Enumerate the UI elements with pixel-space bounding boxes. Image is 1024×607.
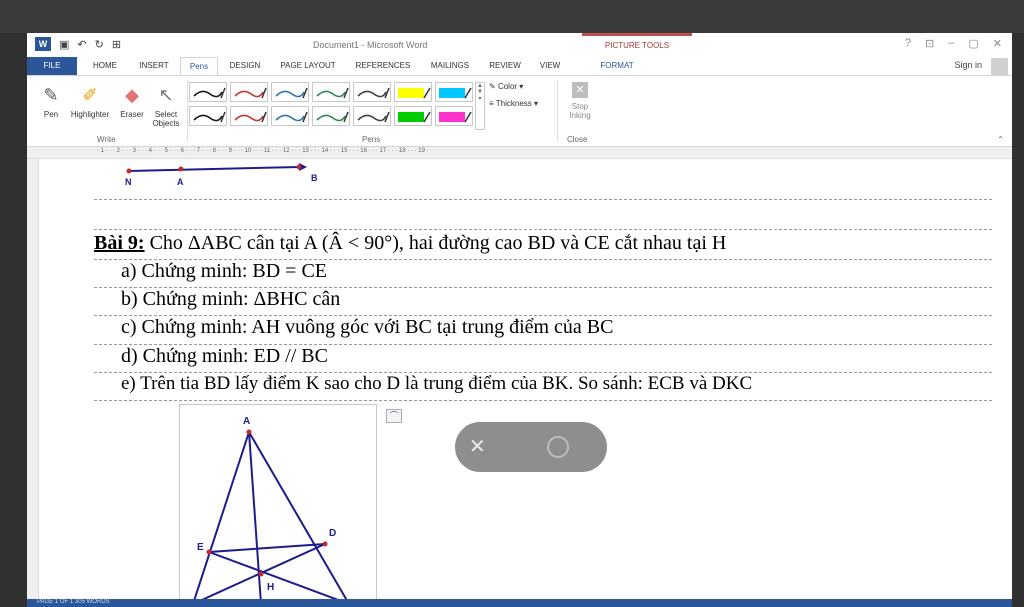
picture-tools-label: PICTURE TOOLS [582,33,692,57]
pen-swatch[interactable] [189,106,227,126]
select-objects-icon: ↖ [158,85,174,105]
media-overlay[interactable]: ✕ [455,422,607,472]
separator [187,80,188,142]
ribbon-tabs: FILE HOME INSERT Pens DESIGN PAGE LAYOUT… [27,57,1012,75]
write-group-label: Write [97,135,116,144]
ribbon-display-button[interactable]: ⊡ [925,37,934,50]
close-group-label: Close [567,135,588,144]
triangle-figure: A E D H [193,416,348,599]
word-app-icon: W [35,37,51,51]
pen-swatch[interactable] [394,106,432,126]
status-text: PAGE 1 OF 1 305 WORDS [37,599,110,605]
pen-swatch[interactable] [435,106,473,126]
point-label: E [197,542,204,553]
tab-insert[interactable]: INSERT [131,57,177,75]
tab-mailings[interactable]: MAILINGS [423,57,477,75]
point-label: N [125,177,132,187]
tab-page-layout[interactable]: PAGE LAYOUT [273,57,343,75]
pen-swatch[interactable] [353,82,391,102]
quick-access-toolbar: W ▣ ↶ ↻ ⊞ [35,37,121,51]
pen-swatch[interactable] [435,82,473,102]
stop-inking-button[interactable]: ✕ Stop Inking [562,82,598,120]
ribbon: ✎ Pen ✐ Highlighter ◆ Eraser ↖ Select Ob… [27,75,1012,147]
tab-pens[interactable]: Pens [180,57,218,75]
tab-file[interactable]: FILE [27,57,77,75]
stop-inking-icon: ✕ [572,82,588,98]
window-title: Document1 - Microsoft Word [313,40,428,50]
problem-part-a[interactable]: a) Chứng minh: BD = CE [94,260,992,288]
pen-swatch[interactable] [230,82,268,102]
point-label: H [267,582,274,593]
problem-part-e[interactable]: e) Trên tia BD lấy điểm K sao cho D là t… [94,373,992,401]
pen-swatch[interactable] [230,106,268,126]
pen-swatch[interactable] [271,106,309,126]
problem-part-b[interactable]: b) Chứng minh: ΔBHC cân [94,288,992,316]
pen-swatch[interactable] [312,82,350,102]
point-label: A [243,416,250,427]
tab-home[interactable]: HOME [83,57,127,75]
loading-spinner-icon [547,436,569,458]
window-controls: ? ⊡ – ▢ ✕ [905,37,1002,50]
tab-references[interactable]: REFERENCES [349,57,417,75]
line-separator [94,199,992,200]
pen-swatch[interactable] [394,82,432,102]
pen-swatch[interactable] [312,106,350,126]
problem-part-c[interactable]: c) Chứng minh: AH vuông góc với BC tại t… [94,316,992,345]
color-button[interactable]: ✎ Color ▾ [489,82,538,91]
top-figure[interactable]: N A B [119,159,359,191]
restore-button[interactable]: ▢ [968,37,978,50]
gallery-scroll[interactable]: ▲ ▼ ▾ [475,82,485,130]
tab-review[interactable]: REVIEW [483,57,527,75]
point-label: B [311,173,318,183]
line-separator [94,229,992,230]
eraser-icon: ◆ [125,85,139,105]
pen-swatch[interactable] [189,82,227,102]
document-area[interactable]: N A B Bài 9: Cho ΔABC cân tại A (Â < 90°… [39,159,1012,599]
top-dark-bar [0,0,1024,33]
status-bar: PAGE 1 OF 1 305 WORDS [27,599,1012,607]
separator [557,80,558,142]
minimize-button[interactable]: – [948,37,954,50]
layout-options-icon[interactable]: ⌒ [386,409,402,423]
eraser-tool[interactable]: ◆ Eraser [117,84,147,119]
close-overlay-icon[interactable]: ✕ [469,434,486,459]
pen-swatch[interactable] [353,106,391,126]
pens-group-label: Pens [362,135,381,144]
vertical-ruler[interactable] [27,159,39,599]
save-icon[interactable]: ▣ [59,38,69,51]
horizontal-ruler[interactable]: · 1 · · · 2 · · · 3 · · · 4 · · · 5 · · … [27,147,1012,159]
tab-view[interactable]: VIEW [533,57,567,75]
redo-icon[interactable]: ↻ [95,38,104,51]
point-label: D [329,528,336,539]
pen-tool[interactable]: ✎ Pen [39,84,63,119]
thickness-button[interactable]: ≡ Thickness ▾ [489,99,538,108]
collapse-ribbon-icon[interactable]: ⌃ [997,135,1004,144]
tab-design[interactable]: DESIGN [223,57,267,75]
word-window: W ▣ ↶ ↻ ⊞ Document1 - Microsoft Word PIC… [27,33,1012,607]
highlighter-tool[interactable]: ✐ Highlighter [67,84,113,119]
help-button[interactable]: ? [905,37,911,50]
title-bar: W ▣ ↶ ↻ ⊞ Document1 - Microsoft Word PIC… [27,33,1012,57]
avatar[interactable] [991,58,1008,75]
undo-icon[interactable]: ↶ [77,38,86,51]
touch-mode-icon[interactable]: ⊞ [112,38,121,51]
color-thickness-group: ✎ Color ▾ ≡ Thickness ▾ [489,82,538,108]
pen-gallery [189,82,489,130]
close-button[interactable]: ✕ [993,37,1002,50]
problem-title-line[interactable]: Bài 9: Cho ΔABC cân tại A (Â < 90°), hai… [94,232,992,260]
highlighter-icon: ✐ [82,85,98,105]
select-objects-tool[interactable]: ↖ Select Objects [149,84,183,128]
pen-icon: ✎ [43,85,59,105]
problem-part-d[interactable]: d) Chứng minh: ED // BC [94,345,992,373]
point-label: A [177,177,184,187]
pen-swatch[interactable] [271,82,309,102]
screen: W ▣ ↶ ↻ ⊞ Document1 - Microsoft Word PIC… [0,0,1024,607]
tab-format[interactable]: FORMAT [592,57,642,75]
sign-in-link[interactable]: Sign in [954,60,982,70]
